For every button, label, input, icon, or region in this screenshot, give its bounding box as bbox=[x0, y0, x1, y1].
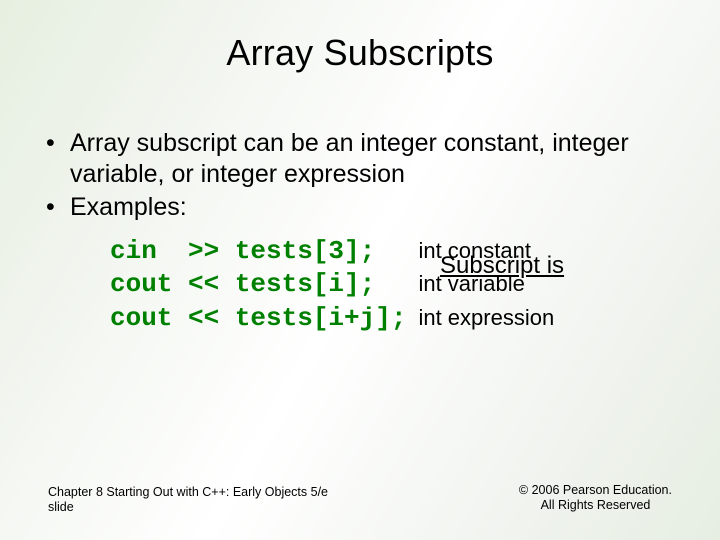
code-text: cin >> tests[3]; bbox=[110, 235, 406, 268]
footer-slide-label: slide bbox=[48, 500, 328, 516]
code-example-row: cin >> tests[3]; int constant bbox=[110, 235, 680, 268]
footer-chapter: Chapter 8 Starting Out with C++: Early O… bbox=[48, 485, 328, 501]
slide-content: Array subscript can be an integer consta… bbox=[40, 128, 680, 335]
slide: Array Subscripts Array subscript can be … bbox=[0, 0, 720, 540]
code-example-row: cout << tests[i+j]; int expression bbox=[110, 302, 680, 335]
code-text: cout << tests[i]; bbox=[110, 268, 406, 301]
slide-title: Array Subscripts bbox=[40, 32, 680, 74]
footer-copyright: © 2006 Pearson Education. bbox=[519, 483, 672, 499]
code-text: cout << tests[i+j]; bbox=[110, 302, 406, 335]
footer-rights: All Rights Reserved bbox=[519, 498, 672, 514]
bullet-list: Array subscript can be an integer consta… bbox=[42, 128, 680, 223]
code-description: int expression bbox=[418, 304, 554, 332]
subscript-column-header: Subscript is bbox=[440, 252, 564, 280]
code-example-row: cout << tests[i]; int variable bbox=[110, 268, 680, 301]
bullet-item: Examples: bbox=[42, 192, 680, 223]
code-examples: cin >> tests[3]; int constant cout << te… bbox=[110, 235, 680, 335]
bullet-item: Array subscript can be an integer consta… bbox=[42, 128, 680, 190]
footer-right: © 2006 Pearson Education. All Rights Res… bbox=[519, 483, 672, 514]
footer-left: Chapter 8 Starting Out with C++: Early O… bbox=[48, 485, 328, 516]
